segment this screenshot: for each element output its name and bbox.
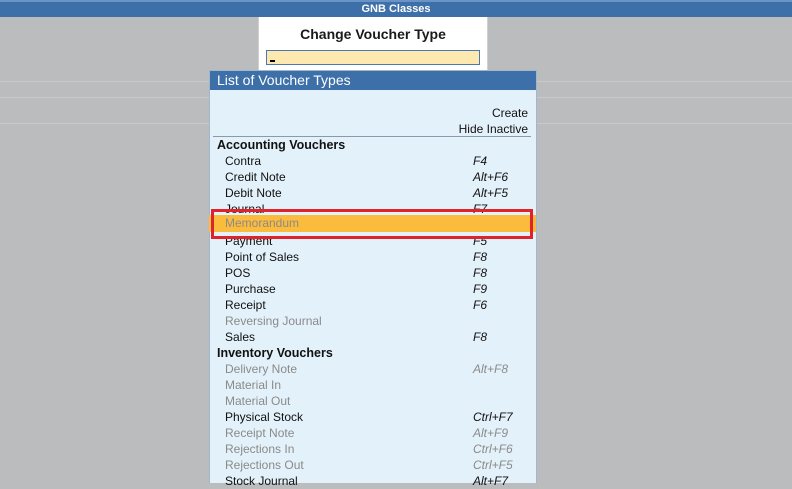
list-item-material-in[interactable]: Material In (210, 377, 536, 393)
list-item-credit-note[interactable]: Credit Note Alt+F6 (210, 169, 536, 185)
list-item-receipt-note[interactable]: Receipt Note Alt+F9 (210, 425, 536, 441)
window-title: GNB Classes (361, 3, 431, 15)
list-item-material-out[interactable]: Material Out (210, 393, 536, 409)
list-header: List of Voucher Types (210, 71, 536, 90)
voucher-types-list-panel: List of Voucher Types Create Hide Inacti… (209, 70, 537, 488)
list-item-sales[interactable]: Sales F8 (210, 329, 536, 345)
list-item-pos[interactable]: POS F8 (210, 265, 536, 281)
list-item-receipt[interactable]: Receipt F6 (210, 297, 536, 313)
dialog-title: Change Voucher Type (300, 26, 446, 42)
voucher-type-input[interactable] (266, 50, 480, 65)
list-item-purchase[interactable]: Purchase F9 (210, 281, 536, 297)
hide-inactive-option[interactable]: Hide Inactive (459, 122, 528, 136)
list-item-reversing-journal[interactable]: Reversing Journal (210, 313, 536, 329)
list-item-debit-note[interactable]: Debit Note Alt+F5 (210, 185, 536, 201)
change-voucher-type-dialog: Change Voucher Type (258, 17, 488, 73)
text-cursor (270, 60, 275, 62)
list-item-stock-journal[interactable]: Stock Journal Alt+F7 (210, 473, 536, 489)
group-accounting-vouchers: Accounting Vouchers (217, 138, 346, 152)
list-item-rejections-out[interactable]: Rejections Out Ctrl+F5 (210, 457, 536, 473)
list-item-physical-stock[interactable]: Physical Stock Ctrl+F7 (210, 409, 536, 425)
list-item-rejections-in[interactable]: Rejections In Ctrl+F6 (210, 441, 536, 457)
list-item-payment[interactable]: Payment F5 (210, 233, 536, 249)
window-title-bar: GNB Classes (0, 0, 792, 17)
list-item-contra[interactable]: Contra F4 (210, 153, 536, 169)
group-inventory-vouchers: Inventory Vouchers (217, 346, 333, 360)
list-item-point-of-sales[interactable]: Point of Sales F8 (210, 249, 536, 265)
create-option[interactable]: Create (492, 106, 528, 120)
list-item-delivery-note[interactable]: Delivery Note Alt+F8 (210, 361, 536, 377)
list-item-memorandum[interactable]: Memorandum (225, 215, 299, 232)
